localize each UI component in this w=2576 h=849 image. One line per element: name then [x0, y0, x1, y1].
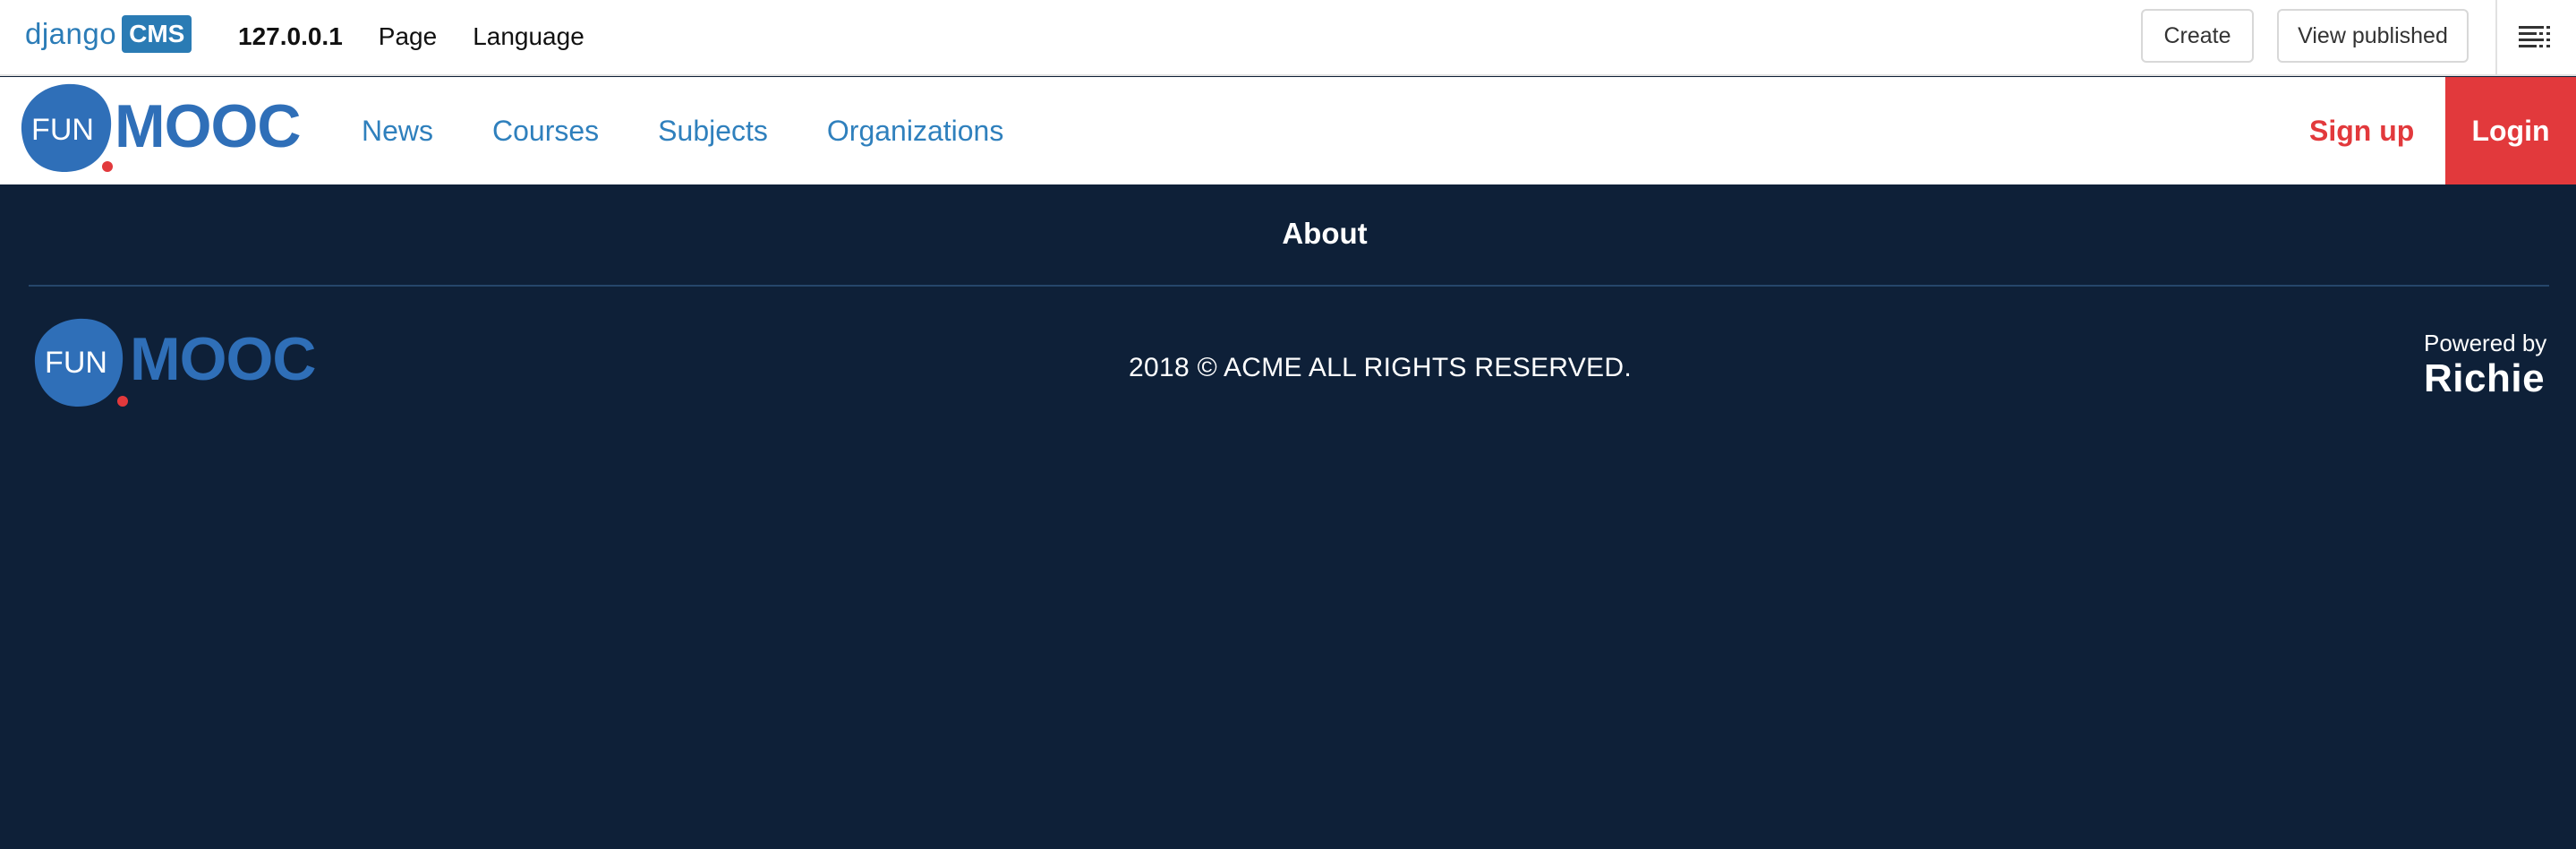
create-button[interactable]: Create [2141, 9, 2254, 63]
powered-by[interactable]: Powered by Richie [2424, 330, 2546, 400]
cms-logo-text: django [25, 17, 117, 50]
footer-divider [29, 285, 2549, 287]
nav-subjects[interactable]: Subjects [658, 115, 768, 148]
cms-toolbar: django CMS 127.0.0.1 Page Language Creat… [0, 0, 2576, 76]
powered-by-label: Powered by [2424, 330, 2547, 356]
nav-news[interactable]: News [362, 115, 433, 148]
logo-fun-text: FUN [31, 113, 94, 147]
copyright-text: 2018 © ACME ALL RIGHTS RESERVED. [1129, 353, 1632, 382]
django-cms-logo[interactable]: django CMS [25, 14, 192, 54]
main-nav: News Courses Subjects Organizations [362, 77, 1062, 184]
site-header: FUN MOOC News Courses Subjects Organizat… [0, 77, 2576, 184]
footer-about-link[interactable]: About [0, 217, 2576, 251]
nav-organizations[interactable]: Organizations [827, 115, 1003, 148]
nav-courses[interactable]: Courses [492, 115, 599, 148]
signup-link[interactable]: Sign up [2309, 77, 2414, 184]
view-published-button[interactable]: View published [2277, 9, 2469, 63]
cms-menu-language[interactable]: Language [473, 20, 584, 54]
toolbar-divider [2495, 0, 2497, 75]
richie-logo: Richie [2424, 356, 2546, 400]
cms-menu-host[interactable]: 127.0.0.1 [238, 20, 343, 54]
logo-mooc-text: MOOC [115, 92, 301, 160]
footer: About FUN MOOC 2018 © ACME ALL RIGHTS RE… [0, 184, 2576, 849]
cms-logo-badge: CMS [122, 15, 192, 53]
fun-mooc-logo[interactable]: FUN MOOC [13, 79, 320, 179]
cms-menu-page[interactable]: Page [379, 20, 437, 54]
login-button[interactable]: Login [2445, 77, 2576, 184]
hamburger-menu-icon[interactable] [2517, 20, 2555, 57]
cms-menu: 127.0.0.1 Page Language [238, 20, 620, 54]
